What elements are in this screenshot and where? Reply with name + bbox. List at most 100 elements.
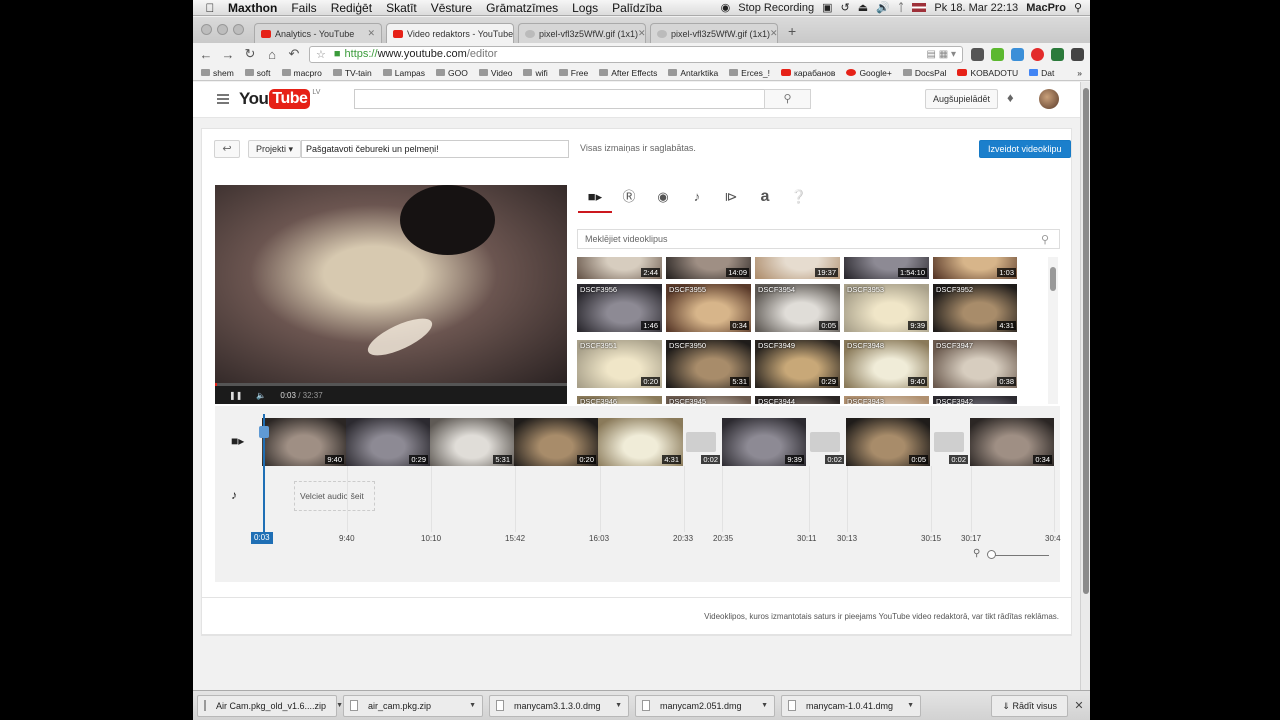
eject-icon[interactable]: ⏏ <box>858 1 868 14</box>
camera-ext-icon[interactable] <box>971 47 984 61</box>
clip-thumbnail[interactable]: DSCF3943 <box>844 396 929 404</box>
pause-icon[interactable]: ❚❚ <box>229 391 242 400</box>
menu-item[interactable]: Fails <box>284 1 323 15</box>
stop-recording[interactable]: Stop Recording <box>738 2 814 14</box>
more-bookmarks-icon[interactable]: » <box>1077 68 1082 78</box>
clip-thumbnail[interactable]: DSCF3955 0:34 <box>666 284 751 332</box>
address-bar[interactable]: ☆ ■ https:// www.youtube.com /editor ▤ ▦… <box>309 45 963 63</box>
timeline-clip[interactable]: 0:29 <box>346 418 430 466</box>
undo-close-icon[interactable]: ↶ <box>287 46 301 62</box>
clip-thumbnail[interactable]: 14:09 <box>666 257 751 279</box>
project-title-input[interactable]: Pašgatavoti čebureki un pelmeņi! <box>301 140 569 158</box>
current-time-marker[interactable]: 0:03 <box>251 532 273 544</box>
volume-icon[interactable]: 🔈 <box>256 391 266 400</box>
download-item[interactable]: manycam3.1.3.0.dmg ▼ <box>489 694 629 717</box>
dropdown-arrow-icon[interactable]: ▼ <box>907 702 914 709</box>
clip-grid-scrollbar[interactable] <box>1048 257 1058 404</box>
back-icon[interactable]: ← <box>199 47 213 62</box>
bookmark-folder[interactable]: GOO <box>436 68 468 78</box>
star-icon[interactable]: ☆ <box>316 48 326 61</box>
video-search-input[interactable]: Meklējiet videoklipus ⚲ <box>577 229 1060 249</box>
reader-icon[interactable]: ▤ ▦ ▾ <box>927 49 956 60</box>
timeline-clip[interactable]: 4:31 <box>598 418 683 466</box>
bluetooth-icon[interactable]: ᛏ <box>898 2 905 14</box>
clip-thumbnail[interactable]: DSCF3949 0:29 <box>755 340 840 388</box>
bookmark-folder[interactable]: TV-tain <box>332 68 372 78</box>
notifications-bell-icon[interactable]: ♦ <box>1007 91 1019 105</box>
video-camera-icon[interactable]: ■▸ <box>578 185 612 213</box>
clip-thumbnail[interactable]: 1:03 <box>933 257 1017 279</box>
avatar[interactable] <box>1039 89 1059 109</box>
minimize-window-button[interactable] <box>217 24 228 35</box>
clip-thumbnail[interactable]: 1:54:10 <box>844 257 929 279</box>
screen-icon[interactable]: ▣ <box>822 1 832 14</box>
forward-icon[interactable]: → <box>221 47 235 62</box>
bookmark-folder[interactable]: Video <box>478 68 512 78</box>
spotlight-icon[interactable]: ⚲ <box>1074 1 1082 14</box>
close-tab-icon[interactable]: ✕ <box>770 28 777 39</box>
time-machine-icon[interactable]: ↺ <box>840 1 849 14</box>
menu-item[interactable]: Skatīt <box>379 1 424 15</box>
upload-button[interactable]: Augšupielādēt <box>925 89 999 109</box>
bookmark-folder[interactable]: shem <box>201 68 234 78</box>
dropdown-arrow-icon[interactable]: ▼ <box>615 702 622 709</box>
close-window-button[interactable] <box>201 24 212 35</box>
transition-clip[interactable]: 0:02 <box>934 418 970 466</box>
menu-app[interactable]: Maxthon <box>221 1 284 15</box>
bookmark-folder[interactable]: Erces_! <box>729 68 770 78</box>
scroll-thumb[interactable] <box>1083 88 1089 594</box>
page-scrollbar[interactable] <box>1080 82 1090 690</box>
create-video-button[interactable]: Izveidot videoklipu <box>979 140 1071 158</box>
reload-icon[interactable]: ↻ <box>243 46 257 62</box>
download-item[interactable]: air_cam.pkg.zip ▼ <box>343 694 483 717</box>
menu-item[interactable]: Vēsture <box>424 1 479 15</box>
timeline-clip[interactable]: 9:40 <box>262 418 346 466</box>
bookmark-link[interactable]: карабанов <box>781 68 835 78</box>
tab-video-editor[interactable]: Video redaktors - YouTube ✕ <box>386 23 514 43</box>
menu-item[interactable]: Palīdzība <box>605 1 669 15</box>
download-item[interactable]: manycam2.051.dmg ▼ <box>635 694 775 717</box>
tab-pixel-gif[interactable]: pixel-vfl3z5WfW.gif (1x1) ✕ <box>518 23 646 43</box>
clip-thumbnail[interactable]: 19:37 <box>755 257 840 279</box>
clip-thumbnail[interactable]: 2:44 <box>577 257 662 279</box>
plus-ext-icon[interactable] <box>1051 47 1064 61</box>
bookmark-link[interactable]: DocsPal <box>902 68 946 78</box>
zoom-slider[interactable]: ⚲ <box>973 548 1053 561</box>
video-track[interactable]: 9:40 0:29 5:31 0:20 4:31 0:02 9:39 0:02 0:05 0:02… <box>262 418 1058 466</box>
record-icon[interactable]: ◉ <box>721 1 731 14</box>
zoom-knob[interactable] <box>987 550 996 559</box>
cc-icon[interactable]: Ⓡ <box>612 185 646 213</box>
clip-thumbnail[interactable]: DSCF3952 4:31 <box>933 284 1017 332</box>
download-ext-icon[interactable] <box>991 47 1004 61</box>
skype-ext-icon[interactable] <box>1011 47 1024 61</box>
close-downloads-icon[interactable]: ✕ <box>1072 699 1086 712</box>
clip-thumbnail[interactable]: DSCF3944 <box>755 396 840 404</box>
bookmark-folder[interactable]: After Effects <box>599 68 657 78</box>
bookmark-link[interactable]: Google+ <box>846 68 892 78</box>
video-preview[interactable]: ❚❚ 🔈 0:03 / 32:37 <box>215 185 567 404</box>
clip-thumbnail[interactable]: DSCF3948 9:40 <box>844 340 929 388</box>
bookmark-link[interactable]: Dat <box>1029 68 1054 78</box>
bookmark-folder[interactable]: Antarktika <box>668 68 718 78</box>
close-tab-icon[interactable]: ✕ <box>513 28 514 39</box>
menu-item[interactable]: Rediģēt <box>324 1 379 15</box>
dropdown-arrow-icon[interactable]: ▼ <box>469 702 476 709</box>
clip-thumbnail[interactable]: DSCF3956 1:46 <box>577 284 662 332</box>
show-all-downloads-button[interactable]: ⇓ Rādīt visus <box>991 694 1068 717</box>
tab-pixel-gif-2[interactable]: pixel-vfl3z5WfW.gif (1x1) ✕ <box>650 23 778 43</box>
back-button[interactable]: ↩ <box>214 140 240 158</box>
dropdown-arrow-icon[interactable]: ▼ <box>336 702 343 709</box>
bookmark-folder[interactable]: macpro <box>281 68 322 78</box>
guide-menu-icon[interactable] <box>217 94 229 104</box>
timeline-clip[interactable]: 9:39 <box>722 418 806 466</box>
projects-dropdown[interactable]: Projekti ▾ <box>248 140 302 158</box>
home-icon[interactable]: ⌂ <box>265 47 279 62</box>
transition-clip[interactable]: 0:02 <box>810 418 846 466</box>
timeline-clip[interactable]: 0:34 <box>970 418 1054 466</box>
clip-thumbnail[interactable]: DSCF3954 0:05 <box>755 284 840 332</box>
playhead-handle[interactable] <box>259 426 269 438</box>
audio-drop-zone[interactable]: Velciet audio šeit <box>294 481 375 511</box>
clip-thumbnail[interactable]: DSCF3951 0:20 <box>577 340 662 388</box>
bookmark-folder[interactable]: Lampas <box>382 68 425 78</box>
clip-thumbnail[interactable]: DSCF3946 <box>577 396 662 404</box>
